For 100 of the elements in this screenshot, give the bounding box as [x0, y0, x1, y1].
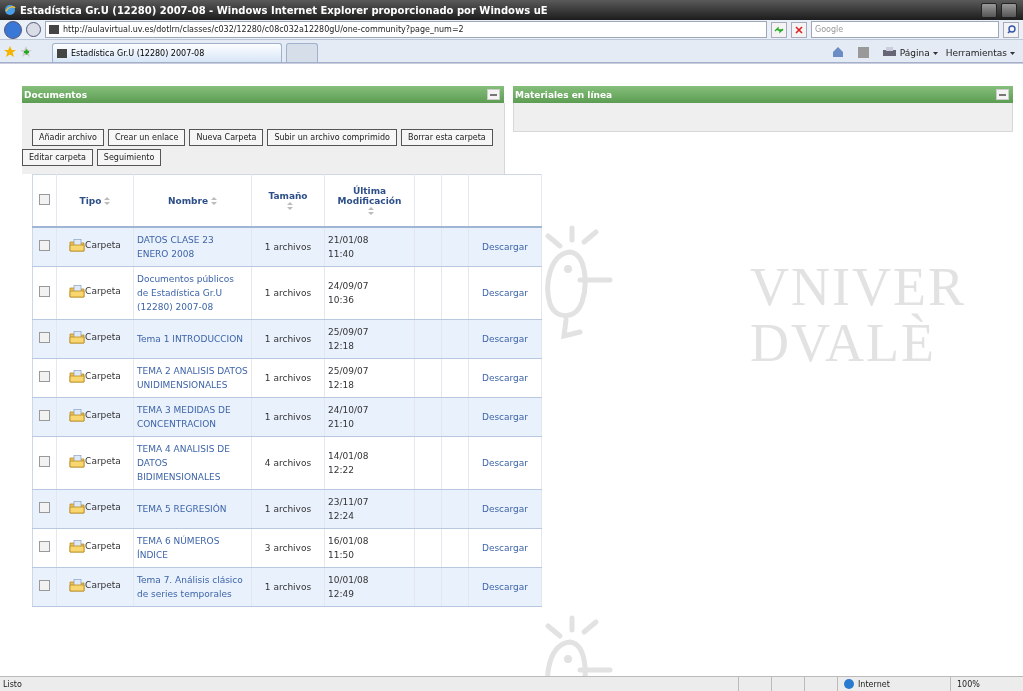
- folder-link[interactable]: Tema 1 INTRODUCCION: [137, 332, 243, 346]
- stop-button[interactable]: [791, 21, 807, 38]
- row-checkbox[interactable]: [39, 455, 50, 467]
- date-text: 24/10/07: [328, 404, 369, 417]
- browser-icon: [4, 4, 16, 16]
- size-text: 1 archivos: [264, 503, 312, 516]
- panel-title: Materiales en línea: [515, 89, 613, 100]
- size-text: 1 archivos: [264, 581, 312, 594]
- row-checkbox[interactable]: [39, 540, 50, 552]
- action-button[interactable]: Añadir archivo: [32, 129, 104, 146]
- minimize-button[interactable]: [981, 2, 997, 18]
- folder-link[interactable]: Documentos públicos de Estadística Gr.U (12280) 2007-08: [137, 272, 248, 314]
- download-link[interactable]: Descargar: [481, 288, 529, 298]
- search-button[interactable]: [1003, 21, 1019, 38]
- sort-icon[interactable]: [211, 197, 218, 205]
- address-field[interactable]: http://aulavirtual.uv.es/dotlrn/classes/c032/12280/c08c032a12280gU/one-community?page_num=2: [45, 21, 767, 38]
- column-header[interactable]: Nombre: [167, 195, 209, 206]
- download-link[interactable]: Descargar: [481, 242, 529, 252]
- type-text: Carpeta: [85, 579, 121, 592]
- folder-icon: [69, 579, 86, 592]
- size-text: 1 archivos: [264, 333, 312, 346]
- window-title: Estadística Gr.U (12280) 2007-08 - Windows Internet Explorer proporcionado por Windows uE: [20, 4, 549, 16]
- browser-tab[interactable]: Estadística Gr.U (12280) 2007-08: [52, 43, 282, 62]
- add-favorite-icon[interactable]: [20, 46, 32, 58]
- date-text: 25/09/07: [328, 326, 369, 339]
- size-text: 1 archivos: [264, 241, 312, 254]
- download-link[interactable]: Descargar: [481, 582, 529, 592]
- time-text: 12:22: [328, 464, 354, 477]
- minus-icon: [999, 93, 1006, 96]
- action-button[interactable]: Seguimiento: [96, 149, 162, 166]
- folder-link[interactable]: TEMA 4 ANALISIS DE DATOS BIDIMENSIONALES: [137, 442, 248, 484]
- refresh-button[interactable]: [771, 21, 787, 38]
- favorites-star-icon[interactable]: [4, 46, 16, 58]
- type-text: Carpeta: [85, 370, 121, 383]
- folder-icon: [69, 455, 86, 468]
- action-button[interactable]: Subir un archivo comprimido: [267, 129, 397, 146]
- sort-icon[interactable]: [286, 202, 293, 210]
- command-menu[interactable]: Herramientas: [945, 48, 1015, 58]
- collapse-button[interactable]: [487, 89, 500, 100]
- row-checkbox[interactable]: [39, 501, 50, 513]
- time-text: 10:36: [328, 294, 354, 307]
- download-link[interactable]: Descargar: [481, 458, 529, 468]
- action-button[interactable]: Nueva Carpeta: [189, 129, 264, 146]
- download-link[interactable]: Descargar: [481, 334, 529, 344]
- time-text: 12:49: [328, 588, 354, 601]
- date-text: 14/01/08: [328, 450, 369, 463]
- back-button[interactable]: [4, 20, 22, 39]
- folder-link[interactable]: TEMA 5 REGRESIÓN: [137, 502, 227, 516]
- forward-button[interactable]: [26, 22, 41, 37]
- row-checkbox[interactable]: [39, 285, 50, 297]
- date-text: 24/09/07: [328, 280, 369, 293]
- minus-icon: [490, 93, 497, 96]
- download-link[interactable]: Descargar: [481, 412, 529, 422]
- sort-icon[interactable]: [368, 207, 374, 215]
- folder-icon: [69, 409, 86, 422]
- printer-icon[interactable]: [882, 47, 896, 58]
- row-checkbox[interactable]: [39, 331, 50, 343]
- date-text: 23/11/07: [328, 496, 369, 509]
- folder-icon: [69, 239, 86, 252]
- download-link[interactable]: Descargar: [481, 504, 529, 514]
- page-icon: [57, 48, 67, 58]
- type-text: Carpeta: [85, 331, 121, 344]
- row-checkbox[interactable]: [39, 579, 50, 591]
- column-header[interactable]: Tamaño: [268, 190, 308, 201]
- column-header[interactable]: Última Modificación: [327, 185, 412, 206]
- caret-icon: [1010, 51, 1015, 55]
- select-all-checkbox[interactable]: [39, 194, 50, 205]
- row-checkbox[interactable]: [39, 370, 50, 382]
- caret-icon: [932, 51, 938, 55]
- row-checkbox[interactable]: [39, 239, 50, 251]
- folder-link[interactable]: DATOS CLASE 23 ENERO 2008: [137, 233, 248, 261]
- time-text: 21:10: [328, 418, 354, 431]
- sort-icon[interactable]: [104, 197, 111, 205]
- zoom-level[interactable]: 100%: [957, 679, 980, 689]
- collapse-button[interactable]: [996, 89, 1009, 100]
- maximize-button[interactable]: [1001, 2, 1017, 18]
- folder-link[interactable]: TEMA 2 ANALISIS DATOS UNIDIMENSIONALES: [137, 364, 248, 392]
- home-icon[interactable]: [831, 46, 844, 58]
- action-button[interactable]: Editar carpeta: [22, 149, 93, 166]
- folder-link[interactable]: TEMA 6 NÚMEROS ÍNDICE: [137, 534, 248, 562]
- action-button[interactable]: Crear un enlace: [107, 129, 186, 146]
- size-text: 1 archivos: [264, 287, 312, 300]
- folder-link[interactable]: TEMA 3 MEDIDAS DE CONCENTRACION: [137, 403, 248, 431]
- folder-icon: [69, 331, 86, 344]
- page-icon: [49, 25, 59, 34]
- column-header[interactable]: Tipo: [79, 195, 102, 206]
- folder-icon: [69, 285, 86, 298]
- folder-link[interactable]: Tema 7. Análisis clásico de series temporales: [137, 573, 248, 601]
- type-text: Carpeta: [85, 455, 121, 468]
- new-tab-button[interactable]: [286, 43, 318, 62]
- folder-icon: [69, 370, 86, 383]
- download-link[interactable]: Descargar: [481, 543, 529, 553]
- date-text: 25/09/07: [328, 365, 369, 378]
- command-menu[interactable]: Página: [899, 48, 938, 58]
- download-link[interactable]: Descargar: [481, 373, 529, 383]
- zone-text: Internet: [858, 679, 890, 689]
- action-button[interactable]: Borrar esta carpeta: [400, 129, 493, 146]
- row-checkbox[interactable]: [39, 409, 50, 421]
- folder-icon: [69, 540, 86, 553]
- time-text: 12:18: [328, 340, 354, 353]
